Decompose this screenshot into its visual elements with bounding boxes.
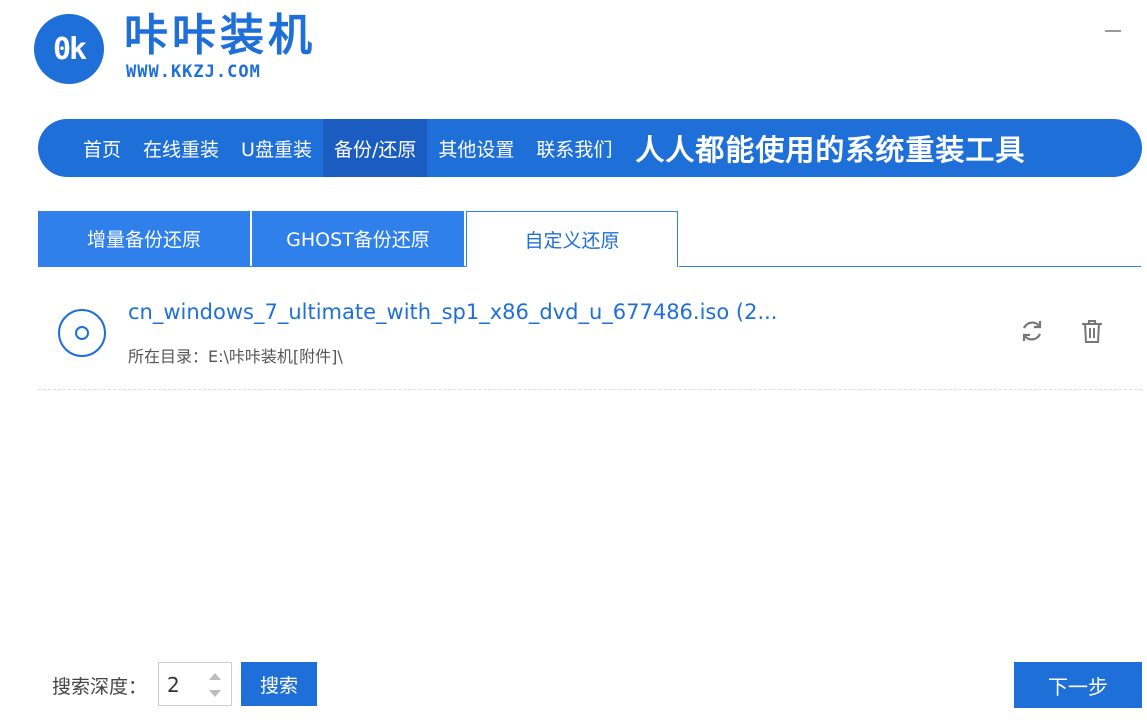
main-nav: 首页 在线重装 U盘重装 备份/还原 其他设置 联系我们 人人都能使用的系统重装… [38,119,1142,177]
trash-icon[interactable] [1078,317,1106,345]
search-depth-label: 搜索深度： [52,676,148,698]
brand-title: 咔咔装机 [124,10,316,61]
tab-ghost-backup[interactable]: GHOST备份还原 [252,211,464,266]
brand-url: WWW.KKZJ.COM [126,62,261,82]
next-step-button[interactable]: 下一步 [1014,662,1142,708]
list-divider [38,389,1142,390]
tab-underline-right [679,266,1141,267]
nav-slogan: 人人都能使用的系统重装工具 [635,133,1026,167]
file-name: cn_windows_7_ultimate_with_sp1_x86_dvd_u… [128,300,778,324]
logo-text: 0k [52,31,87,67]
disc-icon [58,309,106,357]
list-item[interactable]: cn_windows_7_ultimate_with_sp1_x86_dvd_u… [38,285,1142,389]
tab-bar: 增量备份还原 GHOST备份还原 自定义还原 [38,211,680,267]
refresh-icon[interactable] [1018,317,1046,345]
minimize-icon [1105,30,1121,32]
nav-item-other-settings[interactable]: 其他设置 [427,119,525,177]
nav-item-usb-reinstall[interactable]: U盘重装 [230,119,323,177]
chevron-up-icon[interactable] [207,669,223,683]
brand-logo: 0k [34,14,104,84]
nav-item-contact-us[interactable]: 联系我们 [525,119,623,177]
minimize-button[interactable] [1097,18,1129,44]
search-depth-value: 2 [167,673,180,697]
chevron-down-icon[interactable] [207,687,223,701]
nav-item-home[interactable]: 首页 [72,119,132,177]
tab-custom-restore[interactable]: 自定义还原 [466,211,678,267]
nav-item-online-reinstall[interactable]: 在线重装 [132,119,230,177]
search-button[interactable]: 搜索 [241,662,317,706]
search-depth-stepper[interactable]: 2 [158,662,232,706]
nav-item-backup-restore[interactable]: 备份/还原 [322,119,428,177]
tab-incremental-backup[interactable]: 增量备份还原 [38,211,250,266]
file-directory: 所在目录：E:\咔咔装机[附件]\ [128,347,343,366]
